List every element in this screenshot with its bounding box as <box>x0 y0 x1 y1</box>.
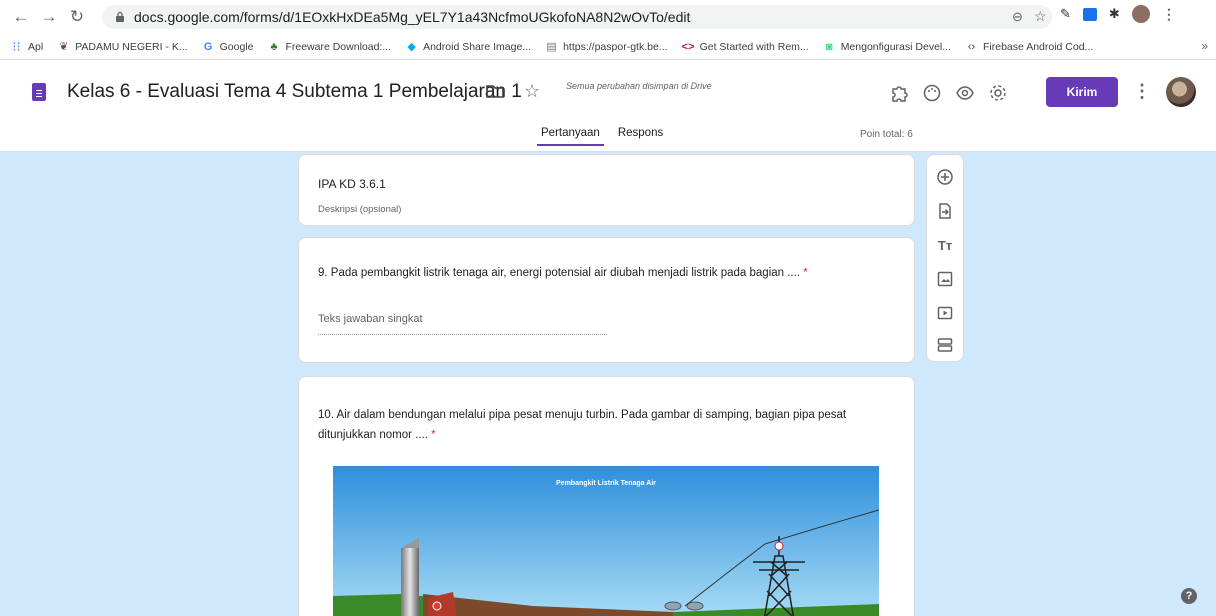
bookmark-android-share[interactable]: ◆ Android Share Image... <box>405 40 531 54</box>
android-share-icon: ◆ <box>407 41 416 53</box>
form-title[interactable]: Kelas 6 - Evaluasi Tema 4 Subtema 1 Pemb… <box>67 81 522 103</box>
bookmark-mengonfigurasi[interactable]: ◙ Mengonfigurasi Devel... <box>823 40 951 53</box>
bookmark-get-started[interactable]: <> Get Started with Rem... <box>682 40 809 53</box>
bookmark-padamu[interactable]: ❦ PADAMU NEGERI - K... <box>57 40 188 54</box>
section-title[interactable]: IPA KD 3.6.1 <box>318 177 386 191</box>
question-toolbar: Tт <box>926 154 964 362</box>
back-icon[interactable]: ← <box>10 6 32 28</box>
question-9-text[interactable]: 9. Pada pembangkit listrik tenaga air, e… <box>318 263 888 283</box>
page-icon: ▤ <box>546 41 557 53</box>
settings-gear-icon[interactable] <box>988 83 1008 103</box>
more-options-icon[interactable]: ⋮ <box>1133 81 1151 102</box>
lock-icon <box>116 11 124 22</box>
palette-icon[interactable] <box>922 83 942 103</box>
required-asterisk: * <box>803 267 808 279</box>
account-avatar[interactable] <box>1166 77 1196 107</box>
help-icon[interactable]: ? <box>1181 588 1197 604</box>
forms-header: Kelas 6 - Evaluasi Tema 4 Subtema 1 Pemb… <box>0 61 1216 152</box>
puzzle-extensions-icon[interactable]: ✱ <box>1109 6 1120 22</box>
folder-icon[interactable] <box>486 84 504 98</box>
add-question-icon[interactable] <box>935 167 955 187</box>
section-card[interactable]: IPA KD 3.6.1 Deskripsi (opsional) <box>298 154 915 226</box>
total-points: Poin total: 6 <box>860 129 913 140</box>
question-card-9[interactable]: 9. Pada pembangkit listrik tenaga air, e… <box>298 237 915 363</box>
bookmarks-bar: ⁝⁝ Apl ❦ PADAMU NEGERI - K... G Google ♣ Fre… <box>0 34 1216 60</box>
bookmark-google[interactable]: G Google <box>202 40 254 53</box>
short-answer-field: Teks jawaban singkat <box>318 313 607 335</box>
add-section-icon[interactable] <box>935 335 955 355</box>
question-card-10[interactable]: 10. Air dalam bendungan melalui pipa pes… <box>298 376 915 616</box>
address-bar[interactable]: docs.google.com/forms/d/1EOxkHxDEa5Mg_yE… <box>102 5 1052 29</box>
hydro-power-illustration <box>333 466 879 616</box>
add-video-icon[interactable] <box>935 303 955 323</box>
import-questions-icon[interactable] <box>935 201 955 221</box>
printer-extension-icon[interactable] <box>1082 7 1097 21</box>
tab-questions[interactable]: Pertanyaan <box>537 127 604 146</box>
form-editor-canvas: IPA KD 3.6.1 Deskripsi (opsional) 9. Pad… <box>0 152 1216 616</box>
bookmark-paspor[interactable]: ▤ https://paspor-gtk.be... <box>545 40 667 54</box>
forward-icon[interactable]: → <box>38 6 60 28</box>
required-asterisk: * <box>431 429 436 441</box>
forms-logo-icon[interactable] <box>32 83 46 101</box>
bookmarks-overflow-icon[interactable]: » <box>1201 39 1208 53</box>
google-g-icon: G <box>203 40 213 53</box>
addon-puzzle-icon[interactable] <box>889 83 909 103</box>
url-text: docs.google.com/forms/d/1EOxkHxDEa5Mg_yE… <box>134 9 691 25</box>
bookmark-freeware[interactable]: ♣ Freeware Download:... <box>267 40 391 53</box>
preview-eye-icon[interactable] <box>955 83 975 103</box>
reload-icon[interactable]: ↻ <box>66 6 88 28</box>
form-tabs: Pertanyaan Respons <box>537 127 667 146</box>
star-icon[interactable]: ☆ <box>524 81 540 102</box>
add-title-icon[interactable]: Tт <box>935 235 955 255</box>
hydro-power-diagram[interactable]: Pembangkit Listrik Tenaga Air <box>333 466 879 616</box>
section-description[interactable]: Deskripsi (opsional) <box>318 204 401 215</box>
diagram-title: Pembangkit Listrik Tenaga Air <box>556 480 656 487</box>
bookmark-star-icon[interactable]: ☆ <box>1034 8 1047 25</box>
code-icon: <> <box>681 40 695 53</box>
profile-avatar[interactable] <box>1131 5 1150 23</box>
emblem-icon: ❦ <box>59 41 69 53</box>
tab-responses[interactable]: Respons <box>614 127 667 146</box>
send-button[interactable]: Kirim <box>1046 77 1118 107</box>
code-brackets-icon: ‹› <box>967 40 976 53</box>
question-10-text[interactable]: 10. Air dalam bendungan melalui pipa pes… <box>318 405 898 445</box>
saved-status: Semua perubahan disimpan di Drive <box>566 81 712 91</box>
zoom-icon[interactable]: ⊖ <box>1012 9 1023 25</box>
bookmark-apps[interactable]: ⁝⁝ Apl <box>10 38 43 54</box>
android-icon: ◙ <box>825 40 833 53</box>
browser-menu-icon[interactable]: ⋮ <box>1162 6 1176 23</box>
browser-toolbar: ← → ↻ docs.google.com/forms/d/1EOxkHxDEa… <box>0 0 1216 34</box>
dam-pipe <box>401 548 419 616</box>
apps-grid-icon: ⁝⁝ <box>12 38 21 54</box>
bookmark-firebase[interactable]: ‹› Firebase Android Cod... <box>965 40 1093 53</box>
eyedropper-extension-icon[interactable]: ✎ <box>1060 6 1071 22</box>
palm-icon: ♣ <box>270 40 278 53</box>
add-image-icon[interactable] <box>935 269 955 289</box>
